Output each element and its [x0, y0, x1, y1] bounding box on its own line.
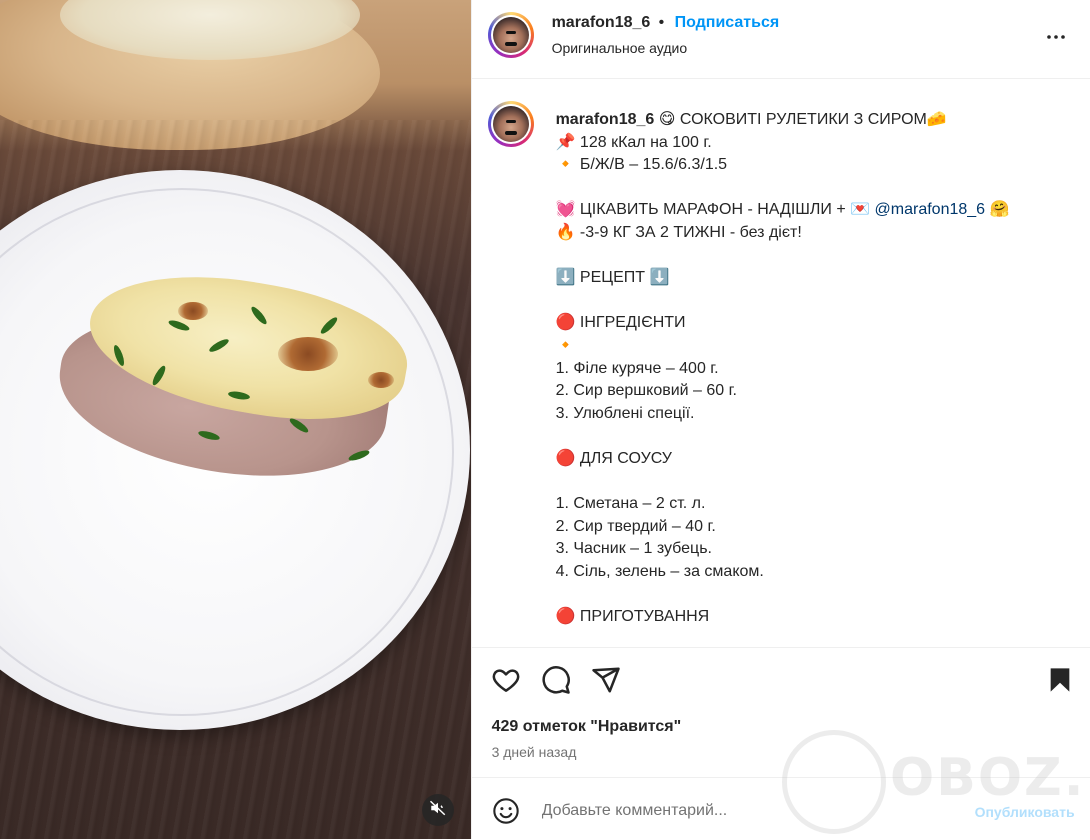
caption-line: ⬇️ РЕЦЕПТ ⬇️: [555, 269, 670, 287]
save-button[interactable]: [1044, 666, 1076, 698]
caption-line: [556, 290, 1076, 313]
caption-line: 💓 ЦІКАВИТЬ МАРАФОН - НАДІШЛИ + 💌: [555, 201, 871, 219]
instagram-post-view: marafon18_6 • Подписаться Оригинальное а…: [0, 0, 1090, 839]
caption-line: 📌 128 кКал на 100 г.: [555, 133, 712, 151]
caption-line: 1. Філе куряче – 400 г.: [555, 359, 719, 377]
caption-line: [556, 177, 1076, 200]
post-timestamp[interactable]: 3 дней назад: [492, 744, 577, 760]
likes-count[interactable]: 429 отметок "Нравится": [492, 718, 682, 736]
comment-icon: [541, 665, 571, 700]
post-actions: 429 отметок "Нравится" 3 дней назад: [471, 647, 1090, 778]
speaker-muted-icon: [429, 799, 447, 822]
post-video[interactable]: [0, 0, 471, 839]
original-audio-link[interactable]: Оригинальное аудио: [552, 40, 688, 56]
header-username[interactable]: marafon18_6: [552, 14, 651, 32]
caption-line: 1. Сметана – 2 ст. л.: [555, 495, 706, 513]
post-caption: marafon18_6 😋 СОКОВИТІ РУЛЕТИКИ З СИРОМ🧀…: [472, 79, 1090, 647]
smiley-icon: [492, 798, 520, 829]
mention-link[interactable]: @marafon18_6: [875, 201, 986, 218]
caption-title-line: marafon18_6 😋 СОКОВИТІ РУЛЕТИКИ З СИРОМ🧀: [556, 109, 1076, 132]
comment-button[interactable]: [540, 665, 572, 700]
caption-line: [556, 583, 1076, 606]
share-button[interactable]: [590, 666, 622, 698]
like-button[interactable]: [490, 666, 522, 698]
caption-line: 2. Сир вершковий – 60 г.: [555, 382, 737, 400]
comment-bar: Опубликовать: [471, 777, 1090, 840]
more-options-button[interactable]: [1041, 24, 1071, 54]
bookmark-icon: [1046, 666, 1074, 699]
emoji-button[interactable]: [492, 797, 520, 825]
caption-line: 3. Улюблені спеції.: [555, 404, 695, 422]
separator-dot: •: [658, 14, 665, 31]
mute-button[interactable]: [422, 794, 454, 826]
caption-title: 😋 СОКОВИТІ РУЛЕТИКИ З СИРОМ🧀: [658, 111, 947, 128]
caption-line: 🔴 ДЛЯ СОУСУ: [555, 449, 672, 467]
caption-line: 🔴 ІНГРЕДІЄНТИ: [555, 314, 686, 332]
caption-line: 3. Часник – 1 зубець.: [555, 540, 712, 558]
caption-avatar[interactable]: [487, 101, 534, 147]
avatar[interactable]: [487, 12, 534, 58]
share-icon: [591, 665, 621, 700]
more-dots-icon: [1044, 25, 1068, 54]
publish-button[interactable]: Опубликовать: [975, 804, 1075, 820]
caption-line: [556, 471, 1076, 494]
post-header: marafon18_6 • Подписаться Оригинальное а…: [471, 0, 1090, 79]
chicken-roll-image: [48, 255, 420, 495]
caption-line: 🔸 Б/Ж/В – 15.6/6.3/1.5: [555, 156, 728, 174]
caption-text: marafon18_6 😋 СОКОВИТІ РУЛЕТИКИ З СИРОМ🧀…: [556, 109, 1076, 629]
follow-button[interactable]: Подписаться: [675, 14, 780, 32]
caption-username[interactable]: marafon18_6: [556, 111, 655, 128]
caption-line: 🔴 ПРИГОТУВАННЯ: [555, 608, 710, 626]
caption-line: 4. Сіль, зелень – за смаком.: [555, 562, 764, 580]
caption-line: [556, 425, 1076, 448]
comment-input[interactable]: [539, 796, 944, 826]
caption-line: 🔸: [555, 336, 576, 354]
caption-line: 2. Сир твердий – 40 г.: [555, 517, 716, 535]
caption-line: 🔥 -3-9 КГ ЗА 2 ТИЖНІ - без дієт!: [555, 223, 802, 241]
post-panel: marafon18_6 • Подписаться Оригинальное а…: [470, 0, 1090, 840]
caption-line-mention: 💓 ЦІКАВИТЬ МАРАФОН - НАДІШЛИ + 💌 @marafo…: [556, 199, 1076, 222]
caption-line: [556, 245, 1076, 268]
heart-icon: [491, 665, 521, 700]
mention-suffix: 🤗: [985, 201, 1010, 219]
